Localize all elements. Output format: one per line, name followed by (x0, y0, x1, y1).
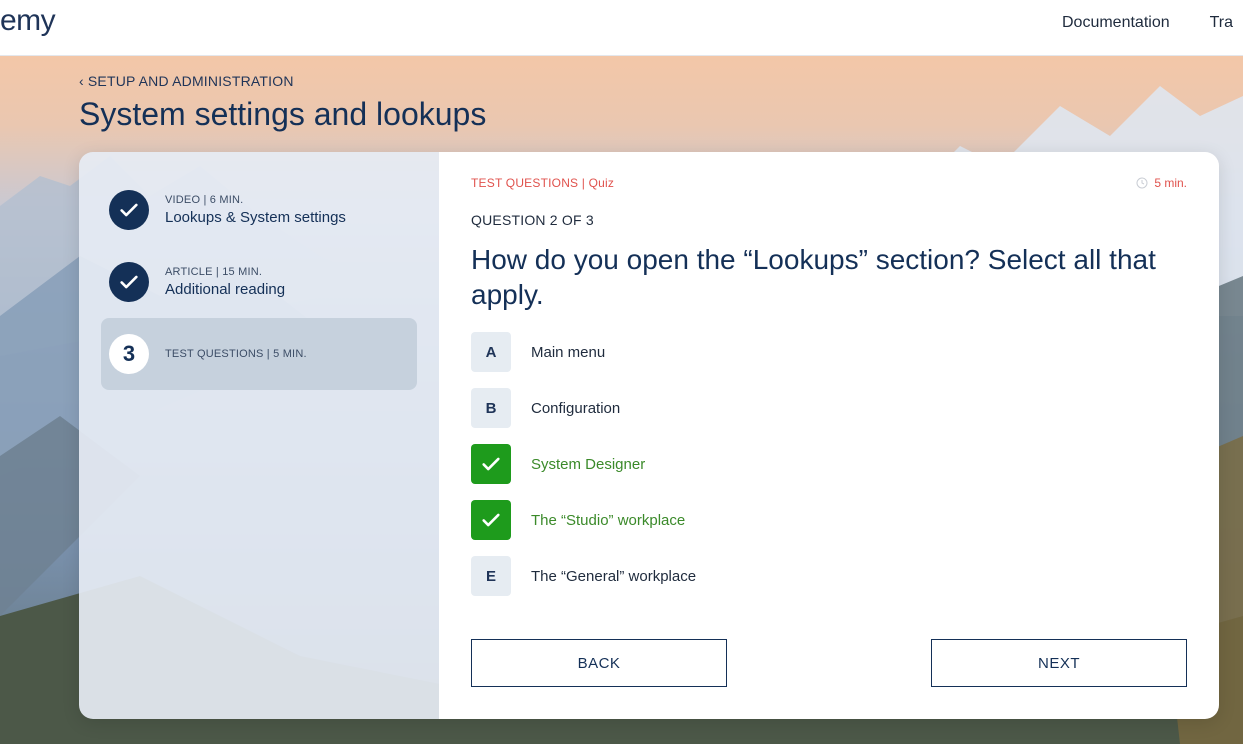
option-e[interactable]: E The “General” workplace (471, 556, 1187, 596)
step-complete-badge (109, 190, 149, 230)
checkmark-icon (482, 513, 500, 527)
lesson-steps-sidebar: VIDEO | 6 MIN. Lookups & System settings… (79, 152, 439, 719)
option-checkbox-checked[interactable] (471, 444, 511, 484)
lesson-card: VIDEO | 6 MIN. Lookups & System settings… (79, 152, 1219, 719)
nav-link-documentation[interactable]: Documentation (1062, 14, 1170, 32)
clock-icon (1136, 177, 1148, 189)
next-button[interactable]: NEXT (931, 639, 1187, 687)
step-text: TEST QUESTIONS | 5 MIN. (165, 348, 307, 360)
option-label: System Designer (531, 455, 646, 473)
option-label: The “Studio” workplace (531, 511, 686, 529)
answer-options: A Main menu B Configuration System Desig… (471, 332, 1187, 596)
step-complete-badge (109, 262, 149, 302)
timer-label: 5 min. (1154, 176, 1187, 190)
checkmark-icon (120, 203, 138, 217)
option-key[interactable]: E (471, 556, 511, 596)
checkmark-icon (482, 457, 500, 471)
question-counter: QUESTION 2 OF 3 (471, 212, 594, 228)
step-meta: TEST QUESTIONS | 5 MIN. (165, 348, 307, 360)
site-logo[interactable]: emy (0, 4, 56, 38)
back-button[interactable]: BACK (471, 639, 727, 687)
option-d[interactable]: The “Studio” workplace (471, 500, 1187, 540)
breadcrumb-label: SETUP AND ADMINISTRATION (87, 73, 294, 89)
breadcrumb[interactable]: ‹ SETUP AND ADMINISTRATION (79, 73, 294, 89)
nav-link-training[interactable]: Tra (1210, 14, 1233, 32)
top-navigation-bar: emy Documentation Tra (0, 0, 1243, 56)
step-text: VIDEO | 6 MIN. Lookups & System settings (165, 194, 346, 226)
quiz-timer: 5 min. (1136, 176, 1187, 190)
option-label: Main menu (531, 343, 606, 361)
top-nav-links: Documentation Tra (1062, 14, 1233, 32)
option-label: The “General” workplace (531, 567, 697, 585)
option-c[interactable]: System Designer (471, 444, 1187, 484)
sidebar-step-test-questions[interactable]: 3 TEST QUESTIONS | 5 MIN. (101, 318, 417, 390)
step-title: Lookups & System settings (165, 209, 346, 226)
page-title: System settings and lookups (79, 96, 487, 132)
option-b[interactable]: B Configuration (471, 388, 1187, 428)
option-key[interactable]: B (471, 388, 511, 428)
quiz-meta: TEST QUESTIONS | Quiz (471, 176, 615, 190)
option-a[interactable]: A Main menu (471, 332, 1187, 372)
step-meta: VIDEO | 6 MIN. (165, 194, 244, 206)
step-meta: ARTICLE | 15 MIN. (165, 266, 263, 278)
option-checkbox-checked[interactable] (471, 500, 511, 540)
step-text: ARTICLE | 15 MIN. Additional reading (165, 266, 285, 298)
quiz-panel: TEST QUESTIONS | Quiz 5 min. QUESTION 2 … (439, 152, 1219, 719)
option-key[interactable]: A (471, 332, 511, 372)
sidebar-step-article[interactable]: ARTICLE | 15 MIN. Additional reading (101, 246, 417, 318)
step-title: Additional reading (165, 281, 286, 298)
chevron-left-icon: ‹ (79, 73, 84, 89)
option-label: Configuration (531, 399, 621, 417)
step-number-badge: 3 (109, 334, 149, 374)
checkmark-icon (120, 275, 138, 289)
question-text: How do you open the “Lookups” section? S… (471, 244, 1156, 310)
sidebar-step-video[interactable]: VIDEO | 6 MIN. Lookups & System settings (101, 174, 417, 246)
